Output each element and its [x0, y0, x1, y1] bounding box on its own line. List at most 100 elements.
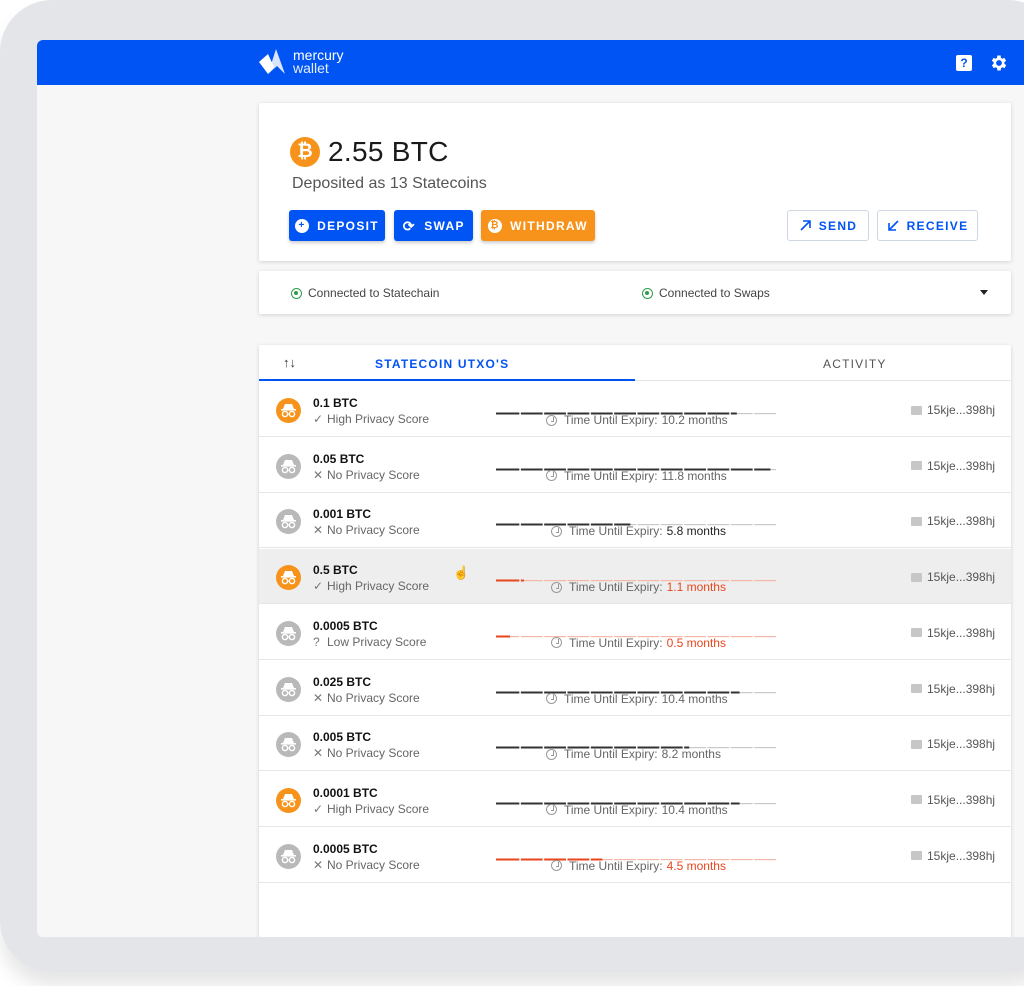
expiry-value: 0.5 months — [666, 635, 726, 650]
privacy-score-label: High Privacy Score — [327, 412, 430, 426]
swaps-status: Connected to Swaps — [642, 286, 770, 300]
coin-address[interactable]: 15kje...398hj — [911, 459, 995, 473]
statecoin-row[interactable]: 0.1 BTC ✓ High Privacy Score Time Until Exp… — [259, 382, 1011, 437]
hand-cursor-icon: ☝ — [453, 565, 470, 581]
privacy-score: ✕ No Privacy Score — [313, 523, 420, 537]
statecoin-row[interactable]: 0.005 BTC ✕ No Privacy Score Time Until Exp… — [259, 716, 1011, 772]
expiry-progress-bar — [496, 402, 776, 415]
deposit-label: DEPOSIT — [317, 218, 379, 233]
connected-dot-icon — [291, 287, 302, 299]
coin-address[interactable]: 15kje...398hj — [911, 793, 995, 807]
coin-address[interactable]: 15kje...398hj — [911, 682, 995, 696]
coin-amount: 0.1 BTC — [313, 396, 358, 410]
bitcoin-small-icon: ₿ — [488, 218, 503, 233]
privacy-score-label: No Privacy Score — [327, 690, 420, 705]
privacy-spy-icon — [276, 565, 301, 591]
deposited-statecoins-text: Deposited as 13 Statecoins — [292, 175, 487, 192]
tab-bar: ↑↓ STATECOIN UTXO'S ACTIVITY — [259, 345, 1011, 381]
arrow-up-right-icon — [800, 220, 811, 231]
coin-address[interactable]: 15kje...398hj — [911, 570, 995, 584]
privacy-spy-icon — [276, 732, 301, 758]
coin-address-text: 15kje...398hj — [927, 737, 996, 752]
receive-button[interactable]: RECEIVE — [877, 210, 978, 241]
help-icon[interactable]: ? — [956, 55, 972, 71]
expiry-progress-bar — [496, 792, 776, 805]
plus-circle-icon: + — [295, 218, 310, 233]
statecoin-row[interactable]: 0.0001 BTC ✓ High Privacy Score Time Until … — [259, 772, 1011, 827]
coin-amount: 0.0005 BTC — [313, 841, 378, 856]
coin-address[interactable]: 15kje...398hj — [911, 403, 995, 417]
coin-amount: 0.0005 BTC — [313, 618, 378, 633]
sort-icon[interactable]: ↑↓ — [283, 355, 296, 370]
send-button[interactable]: SEND — [787, 210, 869, 241]
privacy-score: ? Low Privacy Score — [313, 635, 426, 649]
clock-icon — [546, 693, 557, 704]
clock-icon — [546, 414, 557, 426]
statecoin-row[interactable]: 0.025 BTC ✕ No Privacy Score Time Until Exp… — [259, 661, 1011, 716]
coin-address[interactable]: 15kje...398hj — [911, 514, 995, 528]
swap-button[interactable]: ⟳ SWAP — [394, 210, 473, 241]
privacy-score-label: No Privacy Score — [327, 523, 420, 538]
address-card-icon — [911, 628, 922, 638]
coin-address[interactable]: 15kje...398hj — [911, 737, 995, 751]
coin-address-text: 15kje...398hj — [927, 625, 996, 640]
coin-address-text: 15kje...398hj — [927, 458, 996, 473]
privacy-spy-icon — [276, 453, 301, 479]
coin-address-text: 15kje...398hj — [927, 792, 996, 807]
mercury-logo-icon — [259, 49, 285, 74]
coin-amount: 0.0001 BTC — [313, 785, 378, 800]
coin-amount: 0.005 BTC — [313, 730, 372, 745]
address-card-icon — [911, 739, 922, 749]
balance-card: ₿ 2.55 BTC Deposited as 13 Statecoins + … — [259, 103, 1011, 261]
time-until-expiry: Time Until Expiry: 5.8 months — [551, 524, 726, 538]
withdraw-button[interactable]: ₿ WITHDRAW — [481, 210, 595, 241]
privacy-status-icon: ✕ — [313, 857, 324, 872]
statecoin-row[interactable]: 0.05 BTC ✕ No Privacy Score Time Until Expi… — [259, 438, 1011, 493]
address-card-icon — [911, 516, 922, 526]
statecoin-row[interactable]: 0.0005 BTC? Low Privacy Score Time Until E… — [259, 605, 1011, 660]
privacy-score: ✓ High Privacy Score — [313, 802, 429, 816]
time-until-expiry: Time Until Expiry: 1.1 months — [551, 580, 726, 594]
expiry-value: 1.1 months — [666, 580, 726, 595]
arrow-down-left-icon — [887, 220, 899, 231]
time-until-expiry: Time Until Expiry: 11.8 months — [546, 469, 727, 483]
expiry-label: Time Until Expiry: — [564, 691, 658, 706]
tab-activity[interactable]: ACTIVITY — [823, 357, 887, 371]
privacy-score: ✓ High Privacy Score — [313, 412, 429, 426]
privacy-status-icon: ✕ — [313, 746, 324, 761]
tab-statecoin-utxos[interactable]: STATECOIN UTXO'S — [375, 357, 509, 371]
statecoin-row[interactable]: 0.5 BTC ✓ High Privacy Score Time Until Exp… — [259, 549, 1011, 605]
mercury-logo[interactable]: mercury wallet — [255, 46, 344, 78]
coin-address-text: 15kje...398hj — [927, 848, 996, 863]
expand-status-icon[interactable] — [980, 290, 988, 295]
expiry-progress-bar — [496, 681, 776, 694]
privacy-score: ✕ No Privacy Score — [313, 691, 420, 705]
address-card-icon — [911, 851, 922, 861]
privacy-spy-icon — [276, 787, 301, 813]
statecoin-row[interactable]: 0.0005 BTC ✕ No Privacy Score Time Until Ex… — [259, 828, 1011, 883]
expiry-value: 11.8 months — [661, 468, 727, 483]
coin-address-text: 15kje...398hj — [927, 514, 996, 529]
coin-address-text: 15kje...398hj — [927, 570, 996, 585]
privacy-spy-icon — [276, 676, 301, 702]
time-until-expiry: Time Until Expiry: 10.4 months — [546, 692, 728, 706]
gear-icon[interactable] — [989, 53, 1009, 73]
privacy-spy-icon — [276, 843, 301, 869]
privacy-status-icon: ✕ — [313, 523, 324, 538]
expiry-label: Time Until Expiry: — [564, 802, 658, 817]
coin-address[interactable]: 15kje...398hj — [911, 849, 995, 863]
coin-address[interactable]: 15kje...398hj — [911, 626, 995, 640]
privacy-spy-icon — [276, 398, 301, 423]
connected-dot-icon — [642, 287, 653, 299]
statecoin-row[interactable]: 0.001 BTC ✕ No Privacy Score Time Until Exp… — [259, 493, 1011, 549]
privacy-score-label: High Privacy Score — [327, 579, 430, 594]
privacy-score: ✕ No Privacy Score — [313, 746, 420, 760]
privacy-status-icon: ✓ — [313, 412, 324, 426]
expiry-value: 10.2 months — [661, 413, 728, 427]
privacy-score-label: No Privacy Score — [327, 857, 420, 872]
privacy-score: ✓ High Privacy Score — [313, 579, 429, 593]
expiry-value: 8.2 months — [661, 747, 721, 762]
time-until-expiry: Time Until Expiry: 10.2 months — [546, 413, 728, 427]
clock-icon — [546, 804, 557, 816]
deposit-button[interactable]: + DEPOSIT — [289, 210, 385, 241]
